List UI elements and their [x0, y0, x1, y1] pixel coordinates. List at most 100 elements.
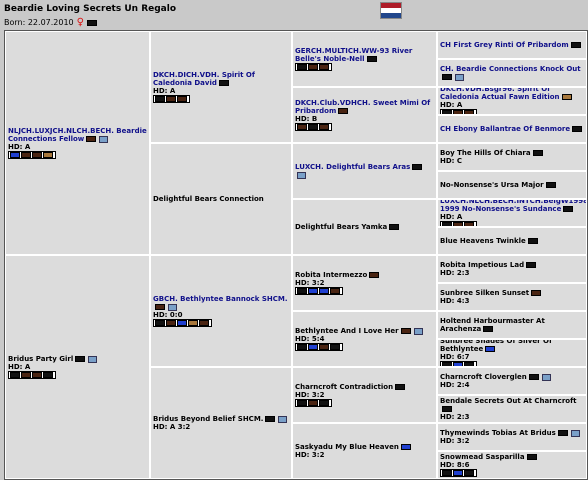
pedigree-cell-gen4[interactable]: Charncroft Cloverglen HD: 2:4: [437, 367, 587, 395]
dog-name-link[interactable]: DKCH.DICH.VDH. Spirit Of Caledonia David: [153, 71, 289, 87]
color-swatch: [308, 400, 318, 406]
color-swatch: [527, 238, 538, 244]
pedigree-cell-gen4[interactable]: LUXCH.NLCH.BECH.INTCH.BelgW1998-1999 No-…: [437, 199, 587, 227]
dog-name-link[interactable]: LUXCH. Delightful Bears Aras: [295, 163, 434, 179]
pedigree-cell-gen4[interactable]: Blue Heavens Twinkle: [437, 227, 587, 255]
color-swatch: [188, 320, 198, 326]
dog-name-link[interactable]: GBCH. Bethlyntee Bannock SHCM.: [153, 295, 289, 311]
camera-icon[interactable]: [297, 171, 306, 179]
color-swatch: [319, 124, 329, 130]
color-swatch: [308, 64, 318, 70]
pedigree-cell-gen3[interactable]: LUXCH. Delightful Bears Aras: [292, 143, 437, 199]
dog-name-link[interactable]: Bethlyntee And I Love Her: [295, 327, 434, 335]
pedigree-cell-gen3[interactable]: Robita Intermezzo HD: 3:2: [292, 255, 437, 311]
hd-score: HD: B: [295, 115, 318, 123]
color-swatch: [10, 372, 20, 378]
dog-name-link[interactable]: Delightful Bears Connection: [153, 195, 289, 203]
pedigree-cell-gen2[interactable]: Bridus Beyond Belief SHCM. HD: A 3:2: [150, 367, 292, 479]
camera-icon[interactable]: [413, 327, 423, 335]
camera-icon[interactable]: [168, 303, 177, 311]
pedigree-cell-gen3[interactable]: Bethlyntee And I Love Her HD: 5:4: [292, 311, 437, 367]
pedigree-cell-gen3[interactable]: Charncroft Contradiction HD: 3:2: [292, 367, 437, 423]
hd-score: HD: 2:3: [440, 413, 470, 421]
color-swatch: [86, 136, 97, 142]
camera-icon[interactable]: [99, 135, 109, 143]
color-swatch: [43, 152, 53, 158]
color-swatch: [155, 304, 165, 310]
pedigree-cell-gen2[interactable]: DKCH.DICH.VDH. Spirit Of Caledonia David…: [150, 31, 292, 143]
pedigree-cell-gen4[interactable]: Robita Impetious Lad HD: 2:3: [437, 255, 587, 283]
dog-name-link[interactable]: NLJCH.LUXJCH.NLCH.BECH. Beardie Connecti…: [8, 127, 147, 143]
pedigree-cell-gen3[interactable]: Delightful Bears Yamka: [292, 199, 437, 255]
pedigree-cell-gen1[interactable]: Bridus Party Girl HD: A: [5, 255, 150, 479]
color-swatch: [442, 470, 452, 476]
pedigree-cell-gen4[interactable]: CH First Grey Rinti Of Pribardom: [437, 31, 587, 59]
color-swatch: [400, 328, 411, 334]
pedigree-cell-gen4[interactable]: CH Ebony Ballantrae Of Benmore: [437, 115, 587, 143]
pedigree-cell-gen4[interactable]: Bendale Secrets Out At Charncroft HD: 2:3: [437, 395, 587, 423]
born-row: Born: 22.07.2010 ♀: [4, 17, 98, 27]
dog-name-link[interactable]: Blue Heavens Twinkle: [440, 237, 584, 245]
color-swatch: [297, 288, 307, 294]
pedigree-cell-gen3[interactable]: Saskyadu My Blue Heaven HD: 3:2: [292, 423, 437, 479]
pedigree-cell-gen3[interactable]: GERCH.MULTICH.WW-93 River Belle's Noble-…: [292, 31, 437, 87]
dog-name-link[interactable]: GERCH.MULTICH.WW-93 River Belle's Noble-…: [295, 47, 434, 63]
pedigree-cell-gen3[interactable]: DKCH.Club.VDHCH. Sweet Mimi Of Pribardom…: [292, 87, 437, 143]
hd-score: HD: A: [153, 87, 176, 95]
color-swatch: [319, 400, 329, 406]
dog-name-link[interactable]: CH First Grey Rinti Of Pribardom: [440, 41, 584, 49]
color-swatch: [218, 80, 229, 86]
color-swatch-row: [295, 287, 343, 295]
dog-name-link[interactable]: Boy The Hills Of Chiara: [440, 149, 584, 157]
color-swatch-row: [8, 371, 56, 379]
camera-icon[interactable]: [570, 429, 580, 437]
camera-icon[interactable]: [455, 73, 464, 81]
pedigree-cell-gen4[interactable]: No-Nonsense's Ursa Major: [437, 171, 587, 199]
color-swatch: [561, 94, 572, 100]
dog-name-link[interactable]: Snowmead Sasparilla: [440, 453, 584, 461]
pedigree-cell-gen4[interactable]: Sunbree Silken Sunset HD: 4:3: [437, 283, 587, 311]
dog-name-link[interactable]: CH Ebony Ballantrae Of Benmore: [440, 125, 584, 133]
hd-score: HD: A: [440, 213, 463, 221]
dog-name-link[interactable]: Robita Impetious Lad: [440, 261, 584, 269]
hd-score: HD: 3:2: [440, 437, 470, 445]
dog-name-link[interactable]: CH. Beardie Connections Knock Out: [440, 65, 584, 81]
pedigree-cell-gen4[interactable]: Holtend Harbourmaster At Arachenza: [437, 311, 587, 339]
color-swatch: [10, 152, 20, 158]
hd-score: HD: 3:2: [295, 391, 325, 399]
dog-name-link[interactable]: Sunbree Silken Sunset: [440, 289, 584, 297]
pedigree-cell-gen4[interactable]: DKCH.VDH.Bsgr96. Spirit Of Caledonia Act…: [437, 87, 587, 115]
dog-name-link[interactable]: DKCH.VDH.Bsgr96. Spirit Of Caledonia Act…: [440, 88, 584, 101]
pedigree-cell-gen4[interactable]: Thymewinds Tobias At Bridus HD: 3:2: [437, 423, 587, 451]
dog-name-link[interactable]: Bendale Secrets Out At Charncroft: [440, 397, 584, 413]
dog-name-link[interactable]: LUXCH.NLCH.BECH.INTCH.BelgW1998-1999 No-…: [440, 200, 586, 213]
pedigree-cell-gen4[interactable]: Snowmead Sasparilla HD: 8:6: [437, 451, 587, 479]
pedigree-cell-gen4[interactable]: Boy The Hills Of Chiara HD: C: [437, 143, 587, 171]
camera-icon[interactable]: [541, 373, 551, 381]
pedigree-cell-gen2[interactable]: Delightful Bears Connection: [150, 143, 292, 255]
dog-name-link[interactable]: Sunbree Shades Of Silver Of Bethlyntee: [440, 340, 584, 353]
pedigree-cell-gen4[interactable]: CH. Beardie Connections Knock Out: [437, 59, 587, 87]
pedigree-cell-gen2[interactable]: GBCH. Bethlyntee Bannock SHCM. HD: 0:0: [150, 255, 292, 367]
dog-name-link[interactable]: Charncroft Contradiction: [295, 383, 434, 391]
dog-name-link[interactable]: No-Nonsense's Ursa Major: [440, 181, 584, 189]
color-swatch: [545, 182, 556, 188]
dog-name-link[interactable]: Holtend Harbourmaster At Arachenza: [440, 317, 584, 333]
camera-icon[interactable]: [278, 415, 288, 423]
dog-name-link[interactable]: Delightful Bears Yamka: [295, 223, 434, 231]
dog-name-link[interactable]: Bridus Beyond Belief SHCM.: [153, 415, 289, 423]
color-swatch: [528, 374, 539, 380]
dog-name-link[interactable]: DKCH.Club.VDHCH. Sweet Mimi Of Pribardom: [295, 99, 434, 115]
dog-name-link[interactable]: Bridus Party Girl: [8, 355, 147, 363]
page-header: Beardie Loving Secrets Un Regalo Born: 2…: [0, 0, 588, 30]
dog-name-link[interactable]: Charncroft Cloverglen: [440, 373, 584, 381]
color-swatch: [199, 320, 209, 326]
pedigree-cell-gen1[interactable]: NLJCH.LUXJCH.NLCH.BECH. Beardie Connecti…: [5, 31, 150, 255]
dog-name-link[interactable]: Robita Intermezzo: [295, 271, 434, 279]
hd-score: HD: 2:4: [440, 381, 470, 389]
dog-name-link[interactable]: Thymewinds Tobias At Bridus: [440, 429, 584, 437]
pedigree-cell-gen4[interactable]: Sunbree Shades Of Silver Of Bethlyntee HD…: [437, 339, 587, 367]
camera-icon[interactable]: [88, 355, 98, 363]
dog-name-link[interactable]: Saskyadu My Blue Heaven: [295, 443, 434, 451]
color-swatch: [319, 344, 329, 350]
